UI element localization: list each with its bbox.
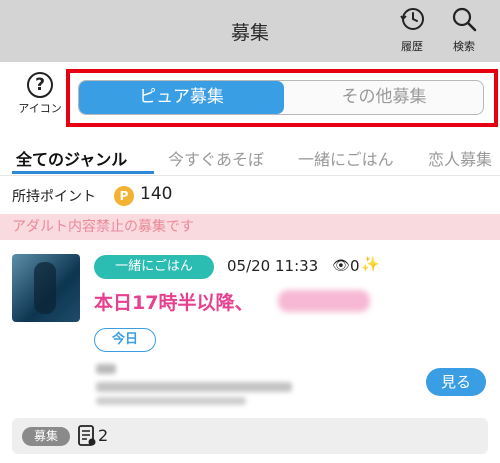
avatar[interactable]	[12, 254, 80, 322]
blurred-text	[96, 364, 116, 374]
post-footer: 募集 2	[12, 418, 488, 454]
blurred-text	[96, 397, 246, 405]
day-badge: 今日	[94, 328, 156, 352]
tab-lover[interactable]: 恋人募集	[428, 146, 492, 170]
point-coin-icon: P	[114, 186, 134, 206]
post-timestamp: 05/20 11:33	[227, 257, 319, 275]
tab-eat-together[interactable]: 一緒にごはん	[298, 146, 394, 170]
recruit-tag: 募集	[22, 427, 70, 446]
app-header: 募集 履歴 検索	[0, 0, 500, 62]
question-icon: ?	[27, 72, 53, 98]
search-button[interactable]: 検索	[444, 6, 484, 54]
eye-icon: 👁	[332, 258, 350, 274]
points-row: 所持ポイント P 140	[12, 184, 172, 208]
search-icon	[452, 7, 477, 32]
blurred-text	[96, 382, 292, 392]
genre-badge: 一緒にごはん	[94, 255, 214, 279]
icon-help-button[interactable]: ? アイコン	[12, 72, 68, 116]
icon-help-label: アイコン	[18, 102, 62, 115]
genre-tabs: 全てのジャンル 今すぐあそぼ 一緒にごはん 恋人募集	[0, 140, 500, 176]
active-tab-indicator	[12, 171, 154, 174]
mode-toggle: ピュア募集 その他募集	[78, 80, 484, 115]
points-label: 所持ポイント	[12, 189, 96, 205]
adult-content-notice: アダルト内容禁止の募集です	[0, 214, 500, 240]
tab-pure-recruit[interactable]: ピュア募集	[79, 81, 284, 114]
document-count: 2	[98, 426, 109, 445]
blurred-title-text	[278, 290, 370, 312]
tab-play-now[interactable]: 今すぐあそぼ	[168, 146, 264, 170]
history-label: 履歴	[401, 40, 423, 53]
view-button[interactable]: 見る	[426, 368, 486, 396]
tab-other-recruit[interactable]: その他募集	[284, 81, 483, 114]
search-label: 検索	[453, 40, 475, 53]
sparkle-icon: ✨	[361, 255, 380, 273]
post-title[interactable]: 本日17時半以降、	[94, 288, 253, 315]
history-button[interactable]: 履歴	[392, 6, 432, 54]
clock-icon	[400, 8, 424, 30]
tab-all-genres[interactable]: 全てのジャンル	[16, 146, 127, 170]
view-count: 0	[350, 257, 360, 275]
document-icon	[78, 425, 96, 446]
points-value: 140	[140, 184, 173, 204]
